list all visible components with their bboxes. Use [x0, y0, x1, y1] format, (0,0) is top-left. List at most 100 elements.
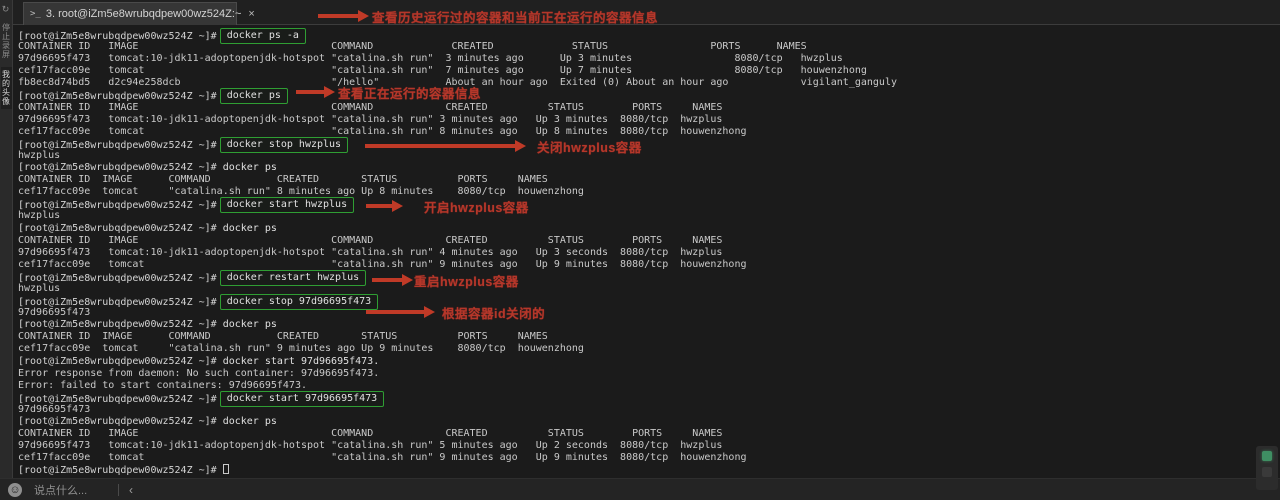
terminal-output-text: 97d96695f473 tomcat:10-jdk11-adoptopenjd… [18, 440, 722, 451]
shell-prompt: [root@iZm5e8wrubqdpew00wz524Z ~]# [18, 162, 217, 173]
terminal-output-text: hwzplus [18, 150, 60, 161]
terminal-line: cef17facc09e tomcat "catalina.sh run" 9 … [18, 452, 1280, 464]
terminal-line: [root@iZm5e8wrubqdpew00wz524Z ~]#docker … [18, 295, 1280, 307]
sidebar-item-stop-record[interactable]: 停止录屏 [1, 23, 12, 59]
terminal-line: hwzplus [18, 150, 1280, 162]
annotation-stop-container: 关闭hwzplus容器 [365, 138, 642, 154]
annotation-history-containers: 查看历史运行过的容器和当前正在运行的容器信息 [318, 8, 658, 24]
annotation-stop-by-id: 根据容器id关闭的 [366, 304, 545, 320]
terminal-line: CONTAINER ID IMAGE COMMAND CREATED STATU… [18, 102, 1280, 114]
command-box: docker ps -a [220, 28, 306, 44]
terminal-output-text: cef17facc09e tomcat "catalina.sh run" 7 … [18, 65, 867, 76]
red-arrow-icon [366, 310, 424, 314]
terminal-line: [root@iZm5e8wrubqdpew00wz524Z ~]# docker … [18, 223, 1280, 235]
terminal-line: [root@iZm5e8wrubqdpew00wz524Z ~]#docker … [18, 89, 1280, 101]
emoji-icon[interactable]: ☺ [8, 483, 22, 497]
terminal-line: CONTAINER ID IMAGE COMMAND CREATED STATU… [18, 174, 1280, 186]
command-text: docker ps [223, 223, 277, 234]
red-arrow-icon [372, 278, 402, 282]
terminal-line: fb8ec8d74bd5 d2c94e258dcb "/hello" About… [18, 77, 1280, 89]
terminal-icon: >_ [30, 9, 41, 19]
terminal-output-text: 97d96695f473 tomcat:10-jdk11-adoptopenjd… [18, 247, 722, 258]
close-icon[interactable]: × [246, 8, 256, 20]
terminal-line: hwzplus [18, 283, 1280, 295]
terminal-output-text: CONTAINER ID IMAGE COMMAND CREATED STATU… [18, 331, 548, 342]
terminal-output-text: 97d96695f473 tomcat:10-jdk11-adoptopenjd… [18, 114, 722, 125]
widget-green-icon [1262, 451, 1272, 461]
terminal-output-text: 97d96695f473 [18, 404, 90, 415]
terminal-line: Error: failed to start containers: 97d96… [18, 380, 1280, 392]
red-arrow-icon [318, 14, 358, 18]
terminal-line: [root@iZm5e8wrubqdpew00wz524Z ~]# docker … [18, 416, 1280, 428]
terminal-output-text: hwzplus [18, 210, 60, 221]
terminal-line: 97d96695f473 tomcat:10-jdk11-adoptopenjd… [18, 114, 1280, 126]
shell-prompt: [root@iZm5e8wrubqdpew00wz524Z ~]# [18, 319, 217, 330]
terminal-output-text: CONTAINER ID IMAGE COMMAND CREATED STATU… [18, 102, 722, 113]
terminal-line: cef17facc09e tomcat "catalina.sh run" 8 … [18, 186, 1280, 198]
terminal-line: CONTAINER ID IMAGE COMMAND CREATED STATU… [18, 331, 1280, 343]
tab-title: 3. root@iZm5e8wrubqdpew00wz524Z:~ [46, 8, 242, 20]
terminal-line: cef17facc09e tomcat "catalina.sh run" 8 … [18, 126, 1280, 138]
terminal-output-text: hwzplus [18, 283, 60, 294]
terminal-output-text: CONTAINER ID IMAGE COMMAND CREATED STATU… [18, 174, 548, 185]
left-sidebar: ↻ 停止录屏 我的头像 [0, 0, 13, 478]
terminal-line: [root@iZm5e8wrubqdpew00wz524Z ~]#docker … [18, 138, 1280, 150]
shell-prompt: [root@iZm5e8wrubqdpew00wz524Z ~]# [18, 223, 217, 234]
red-arrow-icon [296, 90, 324, 94]
terminal-output-text: Error response from daemon: No such cont… [18, 368, 379, 379]
floating-widget[interactable] [1256, 446, 1278, 490]
command-box: docker start 97d96695f473 [220, 391, 385, 407]
shell-prompt: [root@iZm5e8wrubqdpew00wz524Z ~]# [18, 416, 217, 427]
command-box: docker stop 97d96695f473 [220, 294, 379, 310]
command-box: docker start hwzplus [220, 197, 354, 213]
terminal-line: [root@iZm5e8wrubqdpew00wz524Z ~]# docker … [18, 356, 1280, 368]
terminal-output-text: 97d96695f473 [18, 307, 90, 318]
red-arrow-icon [365, 144, 515, 148]
screen: ↻ 停止录屏 我的头像 >_ 3. root@iZm5e8wrubqdpew00… [0, 0, 1280, 500]
terminal-line: CONTAINER ID IMAGE COMMAND CREATED STATU… [18, 41, 1280, 53]
terminal-output-text: cef17facc09e tomcat "catalina.sh run" 9 … [18, 343, 584, 354]
divider [118, 484, 119, 496]
widget-dim-icon [1262, 467, 1272, 477]
terminal-line: [root@iZm5e8wrubqdpew00wz524Z ~]#docker … [18, 392, 1280, 404]
chevron-left-icon[interactable]: ‹ [129, 483, 133, 497]
terminal-tab[interactable]: >_ 3. root@iZm5e8wrubqdpew00wz524Z:~ × [23, 2, 237, 25]
terminal-output-text: CONTAINER ID IMAGE COMMAND CREATED STATU… [18, 41, 807, 52]
comment-bar: ☺ 说点什么... ‹ [0, 478, 1280, 500]
red-arrow-icon [366, 204, 392, 208]
terminal-line: 97d96695f473 [18, 404, 1280, 416]
comment-input[interactable]: 说点什么... [34, 482, 104, 498]
terminal-output-text: cef17facc09e tomcat "catalina.sh run" 8 … [18, 126, 746, 137]
terminal-line: CONTAINER ID IMAGE COMMAND CREATED STATU… [18, 235, 1280, 247]
terminal-output-text: 97d96695f473 tomcat:10-jdk11-adoptopenjd… [18, 53, 843, 64]
terminal-output-text: cef17facc09e tomcat "catalina.sh run" 9 … [18, 452, 746, 463]
terminal-line: cef17facc09e tomcat "catalina.sh run" 9 … [18, 343, 1280, 355]
sidebar-item-avatar[interactable]: 我的头像 [1, 67, 12, 109]
terminal-line: cef17facc09e tomcat "catalina.sh run" 7 … [18, 65, 1280, 77]
refresh-icon[interactable]: ↻ [0, 3, 11, 15]
shell-prompt: [root@iZm5e8wrubqdpew00wz524Z ~]# [18, 465, 217, 476]
command-text: docker start 97d96695f473. [223, 356, 380, 367]
command-text: docker ps [223, 162, 277, 173]
command-box: docker ps [220, 88, 288, 104]
terminal-line: [root@iZm5e8wrubqdpew00wz524Z ~]# docker … [18, 319, 1280, 331]
command-text: docker ps [223, 319, 277, 330]
annotation-restart-container: 重启hwzplus容器 [372, 272, 519, 288]
terminal-line: 97d96695f473 [18, 307, 1280, 319]
terminal-line: 97d96695f473 tomcat:10-jdk11-adoptopenjd… [18, 53, 1280, 65]
terminal-output[interactable]: [root@iZm5e8wrubqdpew00wz524Z ~]#docker … [13, 26, 1280, 478]
command-box: docker restart hwzplus [220, 270, 366, 286]
terminal-line: CONTAINER ID IMAGE COMMAND CREATED STATU… [18, 428, 1280, 440]
terminal-line: 97d96695f473 tomcat:10-jdk11-adoptopenjd… [18, 247, 1280, 259]
annotation-start-container: 开启hwzplus容器 [366, 198, 529, 214]
terminal-output-text: cef17facc09e tomcat "catalina.sh run" 9 … [18, 259, 746, 270]
terminal-cursor [223, 464, 229, 474]
terminal-line: [root@iZm5e8wrubqdpew00wz524Z ~]# [18, 464, 1280, 476]
terminal-line: [root@iZm5e8wrubqdpew00wz524Z ~]#docker … [18, 198, 1280, 210]
command-text: docker ps [223, 416, 277, 427]
terminal-output-text: CONTAINER ID IMAGE COMMAND CREATED STATU… [18, 428, 722, 439]
terminal-output-text: Error: failed to start containers: 97d96… [18, 380, 307, 391]
terminal-line: 97d96695f473 tomcat:10-jdk11-adoptopenjd… [18, 440, 1280, 452]
shell-prompt: [root@iZm5e8wrubqdpew00wz524Z ~]# [18, 356, 217, 367]
terminal-line: Error response from daemon: No such cont… [18, 368, 1280, 380]
